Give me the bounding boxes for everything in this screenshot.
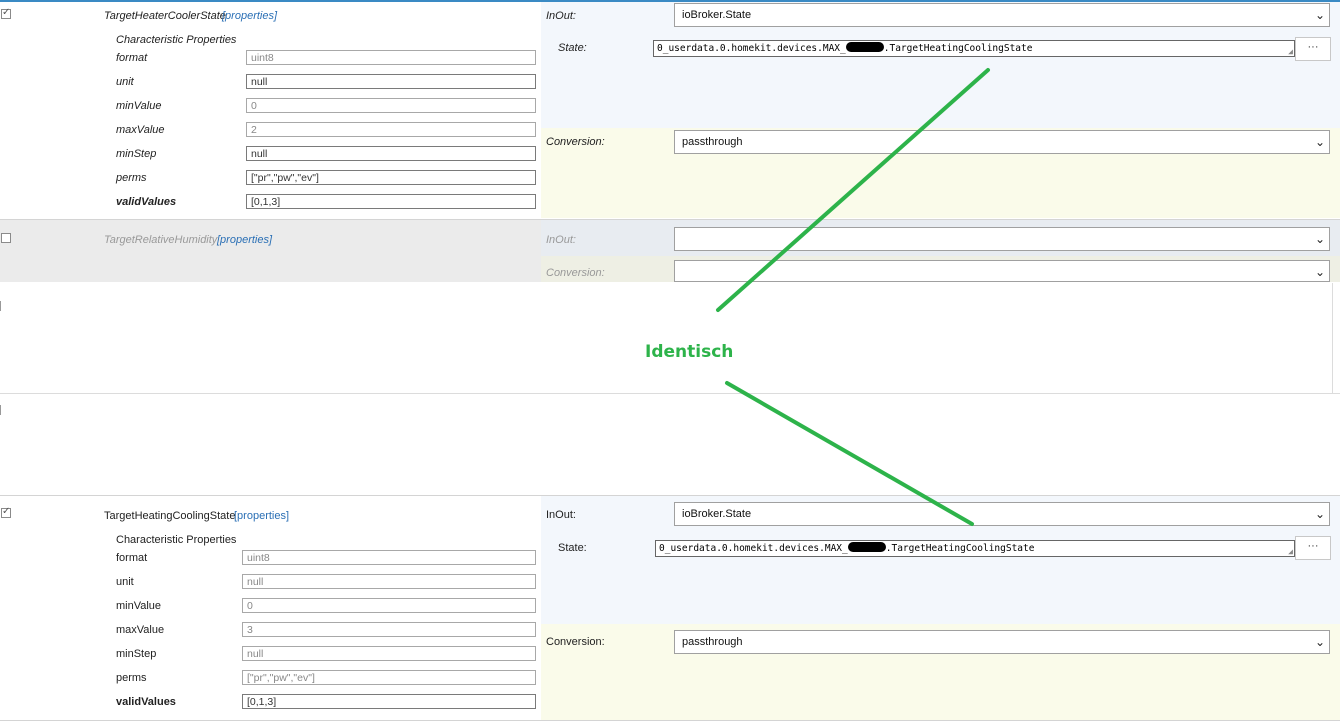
annotation-line-lower (725, 381, 974, 526)
annotation-label: Identisch (645, 342, 734, 362)
annotation-lines (716, 68, 990, 526)
annotation-line-upper (716, 68, 990, 312)
